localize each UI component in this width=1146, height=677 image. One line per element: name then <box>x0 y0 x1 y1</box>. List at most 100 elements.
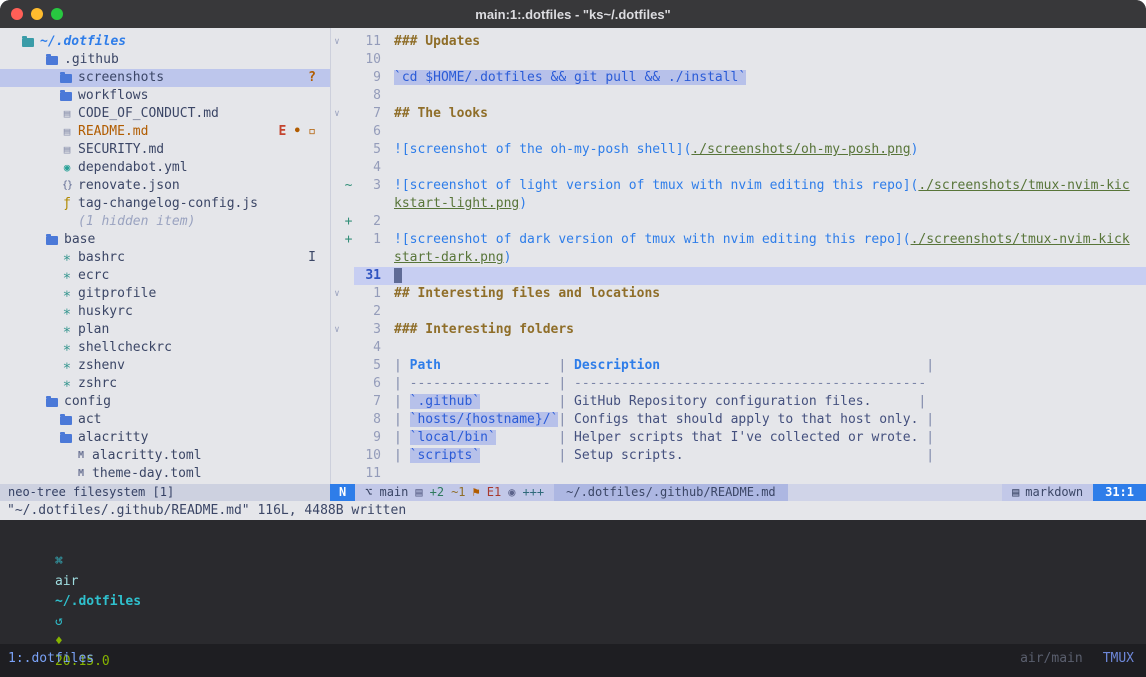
tree-item-readme-md[interactable]: ▤README.mdE•▫ <box>0 123 330 141</box>
tree-item-alacritty[interactable]: alacritty <box>0 429 330 447</box>
tree-item-tag-changelog-config-js[interactable]: ƒtag-changelog-config.js <box>0 195 330 213</box>
neotree-statusline: neo-tree filesystem [1] <box>0 484 330 501</box>
fold-marker-icon <box>331 51 343 69</box>
tree-item-base[interactable]: base <box>0 231 330 249</box>
editor-line[interactable]: 10 <box>331 51 1146 69</box>
tree-item-act[interactable]: act <box>0 411 330 429</box>
editor-line[interactable]: kstart-light.png) <box>331 195 1146 213</box>
git-sign <box>343 159 354 177</box>
line-number: 6 <box>354 375 381 393</box>
tree-item-bashrc[interactable]: ∗bashrcI <box>0 249 330 267</box>
line-text <box>381 213 1146 231</box>
tree-item-zshenv[interactable]: ∗zshenv <box>0 357 330 375</box>
terminal-window: main:1:.dotfiles - "ks~/.dotfiles" ~/.do… <box>0 0 1146 677</box>
git-sign: + <box>343 231 354 249</box>
git-sign <box>343 33 354 51</box>
editor-line[interactable]: start-dark.png) <box>331 249 1146 267</box>
editor-line[interactable]: 10| `scripts` | Setup scripts. | <box>331 447 1146 465</box>
tree-item-huskyrc[interactable]: ∗huskyrc <box>0 303 330 321</box>
editor-line[interactable]: 4 <box>331 159 1146 177</box>
editor-line[interactable]: +2 <box>331 213 1146 231</box>
tree-item-theme-day-toml[interactable]: Mtheme-day.toml <box>0 465 330 483</box>
tree-item-ecrc[interactable]: ∗ecrc <box>0 267 330 285</box>
fold-marker-icon <box>331 357 343 375</box>
fold-marker-icon <box>331 231 343 249</box>
tree-item-workflows[interactable]: workflows <box>0 87 330 105</box>
tree-item-label: alacritty.toml <box>92 447 202 465</box>
line-text: `cd $HOME/.dotfiles && git pull && ./ins… <box>381 69 1146 87</box>
tmux-window-tab[interactable]: 1:.dotfiles <box>8 651 94 667</box>
tree-item-label: workflows <box>78 87 148 105</box>
fold-marker-icon <box>331 303 343 321</box>
tree-item-github[interactable]: .github <box>0 51 330 69</box>
tree-item-label: (1 hidden item) <box>78 213 195 231</box>
editor-line[interactable]: +1![screenshot of dark version of tmux w… <box>331 231 1146 249</box>
tree-item-label: tag-changelog-config.js <box>78 195 258 213</box>
editor-line[interactable]: 8 <box>331 87 1146 105</box>
editor-line[interactable]: 5| Path | Description | <box>331 357 1146 375</box>
editor-line[interactable]: 6 <box>331 123 1146 141</box>
close-button[interactable] <box>11 8 23 20</box>
dotfile-file-icon: ∗ <box>60 375 74 393</box>
git-sign <box>343 249 354 267</box>
line-number: 4 <box>354 339 381 357</box>
tree-item-screenshots[interactable]: screenshots? <box>0 69 330 87</box>
git-sign <box>343 141 354 159</box>
editor-line[interactable]: 11 <box>331 465 1146 483</box>
tree-item-label: SECURITY.md <box>78 141 164 159</box>
terminal-shell[interactable]: ⌘ air ~/.dotfiles ↺ ♦ 20.15.0 → <box>0 520 1146 644</box>
fold-marker-icon: ∨ <box>331 105 343 123</box>
tree-item-gitprofile[interactable]: ∗gitprofile <box>0 285 330 303</box>
tree-item-dotfiles[interactable]: ~/.dotfiles <box>0 33 330 51</box>
tree-item-security-md[interactable]: ▤SECURITY.md <box>0 141 330 159</box>
line-text <box>381 303 1146 321</box>
line-number: 6 <box>354 123 381 141</box>
statusline-filetype-section: ▤ markdown <box>1002 484 1093 501</box>
line-number: 8 <box>354 411 381 429</box>
line-number: 8 <box>354 87 381 105</box>
editor-pane[interactable]: ∨11### Updates109`cd $HOME/.dotfiles && … <box>330 28 1146 484</box>
fold-marker-icon <box>331 123 343 141</box>
folder-icon <box>60 416 72 425</box>
editor-line[interactable]: 6| ------------------ | ----------------… <box>331 375 1146 393</box>
git-sign <box>343 195 354 213</box>
tree-item-zshrc[interactable]: ∗zshrc <box>0 375 330 393</box>
editor-line[interactable]: 9| `local/bin` | Helper scripts that I'v… <box>331 429 1146 447</box>
editor-line[interactable]: 5![screenshot of the oh-my-posh shell](.… <box>331 141 1146 159</box>
tree-item-dependabot-yml[interactable]: ◉dependabot.yml <box>0 159 330 177</box>
folder-icon <box>60 74 72 83</box>
editor-line[interactable]: ∨1## Interesting files and locations <box>331 285 1146 303</box>
folder-icon <box>46 398 58 407</box>
fold-marker-icon <box>331 465 343 483</box>
editor-line[interactable]: ∨11### Updates <box>331 33 1146 51</box>
tree-item-config[interactable]: config <box>0 393 330 411</box>
tree-item-shellcheckrc[interactable]: ∗shellcheckrc <box>0 339 330 357</box>
editor-line[interactable]: 4 <box>331 339 1146 357</box>
tree-item-1-hidden-item[interactable]: (1 hidden item) <box>0 213 330 231</box>
editor-line[interactable]: 2 <box>331 303 1146 321</box>
editor-line[interactable]: ∨3### Interesting folders <box>331 321 1146 339</box>
statusline-git-section: ⌥ main ▤ +2 ~1 ⚑ E1 ◉ +++ <box>355 484 554 501</box>
tree-item-plan[interactable]: ∗plan <box>0 321 330 339</box>
zoom-button[interactable] <box>51 8 63 20</box>
editor-line[interactable]: 7| `.github` | GitHub Repository configu… <box>331 393 1146 411</box>
editor-line[interactable]: 8| `hosts/{hostname}/`| Configs that sho… <box>331 411 1146 429</box>
fold-marker-icon <box>331 177 343 195</box>
fold-marker-icon <box>331 213 343 231</box>
fold-marker-icon <box>331 447 343 465</box>
minimize-button[interactable] <box>31 8 43 20</box>
editor-line[interactable]: ~3![screenshot of light version of tmux … <box>331 177 1146 195</box>
line-number: 1 <box>354 231 381 249</box>
md-file-icon: ▤ <box>60 123 74 141</box>
editor-line[interactable]: 31 <box>331 267 1146 285</box>
editor-line[interactable]: 9`cd $HOME/.dotfiles && git pull && ./in… <box>331 69 1146 87</box>
git-sign <box>343 465 354 483</box>
tree-item-alacritty-toml[interactable]: Malacritty.toml <box>0 447 330 465</box>
editor-line[interactable]: ∨7## The looks <box>331 105 1146 123</box>
line-text <box>381 51 1146 69</box>
git-sign <box>343 393 354 411</box>
traffic-lights <box>0 8 63 20</box>
tree-item-renovate-json[interactable]: {}renovate.json <box>0 177 330 195</box>
dotfile-file-icon: ∗ <box>60 249 74 267</box>
tree-item-code-of-conduct-md[interactable]: ▤CODE_OF_CONDUCT.md <box>0 105 330 123</box>
